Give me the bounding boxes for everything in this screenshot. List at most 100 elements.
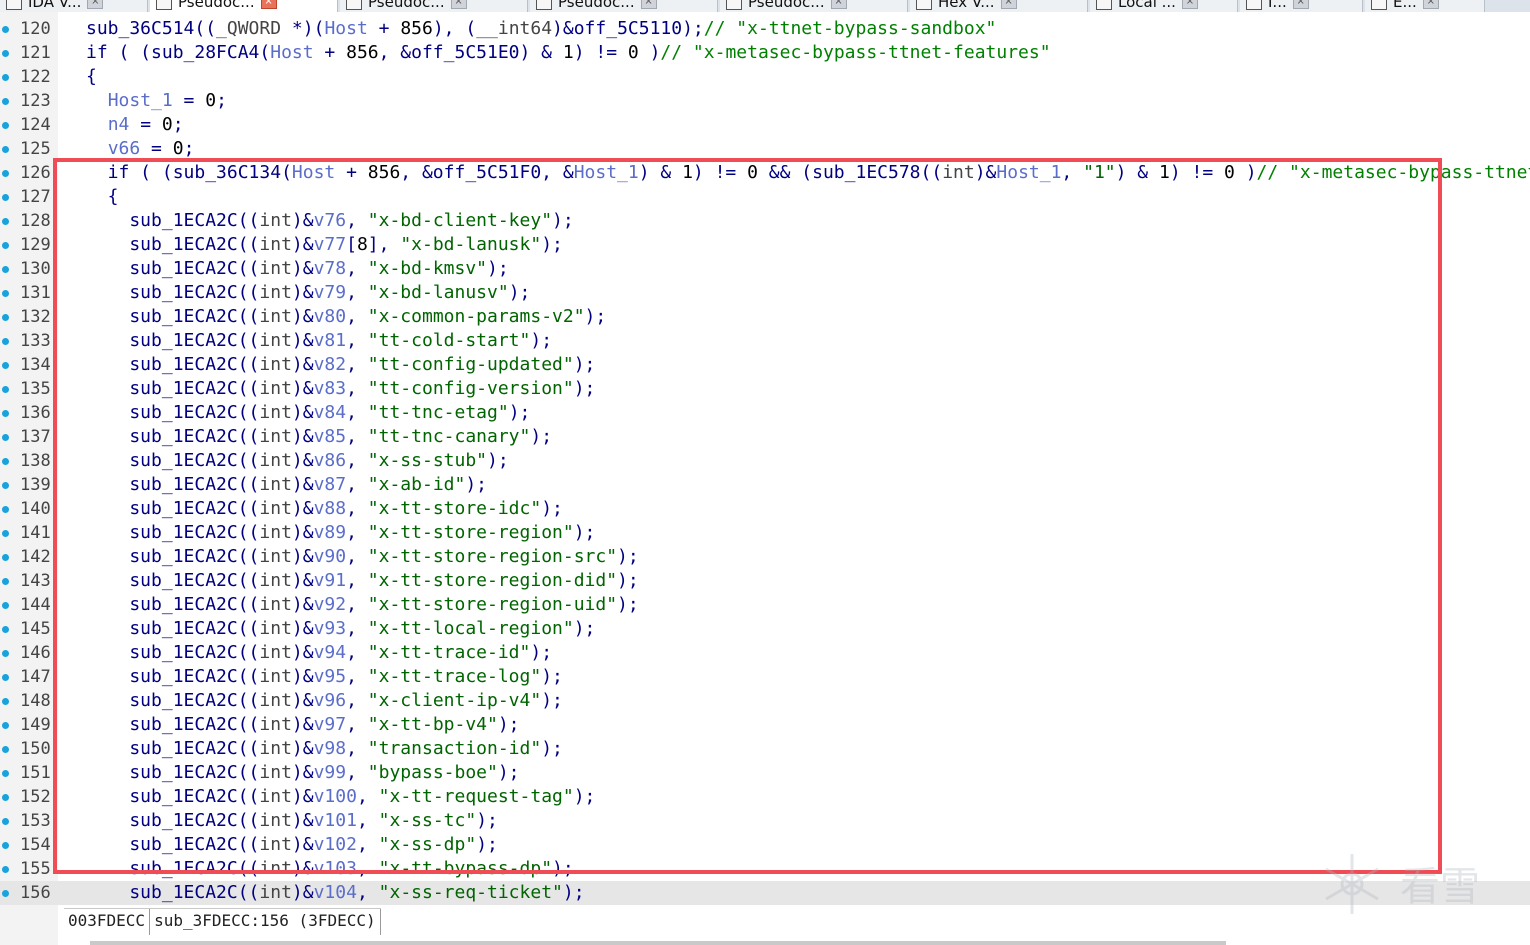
- tab-8[interactable]: E... ×: [1365, 0, 1485, 12]
- code-line[interactable]: 140 sub_1ECA2C((int)&v88, "x-tt-store-id…: [0, 497, 1530, 521]
- code-line[interactable]: 155 sub_1ECA2C((int)&v103, "x-tt-bypass-…: [0, 857, 1530, 881]
- tab-7[interactable]: I... ×: [1240, 0, 1363, 12]
- code-line[interactable]: 154 sub_1ECA2C((int)&v102, "x-ss-dp");: [0, 833, 1530, 857]
- breakpoint-dot-icon[interactable]: [2, 26, 9, 33]
- breakpoint-dot-icon[interactable]: [2, 890, 9, 897]
- tab-label: Pseudoc...: [748, 0, 825, 11]
- code-line[interactable]: 124 n4 = 0;: [0, 113, 1530, 137]
- breakpoint-dot-icon[interactable]: [2, 122, 9, 129]
- breakpoint-dot-icon[interactable]: [2, 218, 9, 225]
- code-line[interactable]: 146 sub_1ECA2C((int)&v94, "x-tt-trace-id…: [0, 641, 1530, 665]
- tab-2[interactable]: Pseudoc... ×: [340, 0, 528, 12]
- tab-3[interactable]: Pseudoc... ×: [530, 0, 718, 12]
- breakpoint-dot-icon[interactable]: [2, 578, 9, 585]
- breakpoint-dot-icon[interactable]: [2, 50, 9, 57]
- line-number: 121: [20, 43, 51, 63]
- code-line[interactable]: 134 sub_1ECA2C((int)&v82, "tt-config-upd…: [0, 353, 1530, 377]
- breakpoint-dot-icon[interactable]: [2, 530, 9, 537]
- code-line[interactable]: 136 sub_1ECA2C((int)&v84, "tt-tnc-etag")…: [0, 401, 1530, 425]
- breakpoint-dot-icon[interactable]: [2, 338, 9, 345]
- close-icon[interactable]: ×: [1181, 0, 1198, 9]
- tab-4[interactable]: Pseudoc... ×: [720, 0, 908, 12]
- close-icon[interactable]: ×: [1000, 0, 1017, 9]
- breakpoint-dot-icon[interactable]: [2, 674, 9, 681]
- breakpoint-dot-icon[interactable]: [2, 434, 9, 441]
- code-line[interactable]: 128 sub_1ECA2C((int)&v76, "x-bd-client-k…: [0, 209, 1530, 233]
- line-number: 134: [20, 355, 51, 375]
- breakpoint-dot-icon[interactable]: [2, 74, 9, 81]
- breakpoint-dot-icon[interactable]: [2, 866, 9, 873]
- line-number: 130: [20, 259, 51, 279]
- code-line[interactable]: 129 sub_1ECA2C((int)&v77[8], "x-bd-lanus…: [0, 233, 1530, 257]
- close-icon[interactable]: ×: [1292, 0, 1309, 9]
- code-line[interactable]: 122 {: [0, 65, 1530, 89]
- breakpoint-dot-icon[interactable]: [2, 722, 9, 729]
- breakpoint-dot-icon[interactable]: [2, 698, 9, 705]
- tab-6[interactable]: Local ... ×: [1090, 0, 1238, 12]
- breakpoint-dot-icon[interactable]: [2, 482, 9, 489]
- code-line[interactable]: 149 sub_1ECA2C((int)&v97, "x-tt-bp-v4");: [0, 713, 1530, 737]
- code-line[interactable]: 139 sub_1ECA2C((int)&v87, "x-ab-id");: [0, 473, 1530, 497]
- close-icon[interactable]: ×: [640, 0, 657, 9]
- breakpoint-dot-icon[interactable]: [2, 458, 9, 465]
- code-line[interactable]: 127 {: [0, 185, 1530, 209]
- breakpoint-dot-icon[interactable]: [2, 506, 9, 513]
- code-line[interactable]: 144 sub_1ECA2C((int)&v92, "x-tt-store-re…: [0, 593, 1530, 617]
- breakpoint-dot-icon[interactable]: [2, 818, 9, 825]
- code-line[interactable]: 121 if ( (sub_28FCA4(Host + 856, &off_5C5…: [0, 41, 1530, 65]
- code-line[interactable]: 120 sub_36C514((_QWORD *)(Host + 856), (_…: [0, 17, 1530, 41]
- code-line[interactable]: 141 sub_1ECA2C((int)&v89, "x-tt-store-re…: [0, 521, 1530, 545]
- breakpoint-dot-icon[interactable]: [2, 146, 9, 153]
- code-line[interactable]: 132 sub_1ECA2C((int)&v80, "x-common-para…: [0, 305, 1530, 329]
- code-text: sub_1ECA2C((int)&v79, "x-bd-lanusv");: [86, 282, 531, 303]
- code-line[interactable]: 138 sub_1ECA2C((int)&v86, "x-ss-stub");: [0, 449, 1530, 473]
- breakpoint-dot-icon[interactable]: [2, 746, 9, 753]
- code-line[interactable]: 123 Host_1 = 0;: [0, 89, 1530, 113]
- close-icon[interactable]: ×: [450, 0, 467, 9]
- close-icon[interactable]: ×: [87, 0, 104, 9]
- breakpoint-dot-icon[interactable]: [2, 98, 9, 105]
- code-text: sub_1ECA2C((int)&v104, "x-ss-req-ticket"…: [86, 882, 585, 903]
- breakpoint-dot-icon[interactable]: [2, 242, 9, 249]
- breakpoint-dot-icon[interactable]: [2, 362, 9, 369]
- breakpoint-dot-icon[interactable]: [2, 170, 9, 177]
- breakpoint-dot-icon[interactable]: [2, 602, 9, 609]
- breakpoint-dot-icon[interactable]: [2, 842, 9, 849]
- code-line[interactable]: 153 sub_1ECA2C((int)&v101, "x-ss-tc");: [0, 809, 1530, 833]
- code-line[interactable]: 135 sub_1ECA2C((int)&v83, "tt-config-ver…: [0, 377, 1530, 401]
- breakpoint-dot-icon[interactable]: [2, 554, 9, 561]
- breakpoint-dot-icon[interactable]: [2, 194, 9, 201]
- code-line[interactable]: 145 sub_1ECA2C((int)&v93, "x-tt-local-re…: [0, 617, 1530, 641]
- horizontal-scrollbar[interactable]: [90, 941, 1226, 945]
- breakpoint-dot-icon[interactable]: [2, 794, 9, 801]
- tab-icon: [726, 0, 742, 10]
- tab-1[interactable]: Pseudoc... ×: [150, 0, 338, 12]
- breakpoint-dot-icon[interactable]: [2, 626, 9, 633]
- code-line[interactable]: 130 sub_1ECA2C((int)&v78, "x-bd-kmsv");: [0, 257, 1530, 281]
- code-line[interactable]: 147 sub_1ECA2C((int)&v95, "x-tt-trace-lo…: [0, 665, 1530, 689]
- code-line[interactable]: 150 sub_1ECA2C((int)&v98, "transaction-i…: [0, 737, 1530, 761]
- breakpoint-dot-icon[interactable]: [2, 410, 9, 417]
- breakpoint-dot-icon[interactable]: [2, 290, 9, 297]
- close-icon[interactable]: ×: [260, 0, 277, 9]
- breakpoint-dot-icon[interactable]: [2, 266, 9, 273]
- close-icon[interactable]: ×: [830, 0, 847, 9]
- code-line[interactable]: 151 sub_1ECA2C((int)&v99, "bypass-boe");: [0, 761, 1530, 785]
- code-line[interactable]: 156 sub_1ECA2C((int)&v104, "x-ss-req-tic…: [0, 881, 1530, 905]
- breakpoint-dot-icon[interactable]: [2, 386, 9, 393]
- code-line[interactable]: 143 sub_1ECA2C((int)&v91, "x-tt-store-re…: [0, 569, 1530, 593]
- code-line[interactable]: 126 if ( (sub_36C134(Host + 856, &off_5C…: [0, 161, 1530, 185]
- code-line[interactable]: 125 v66 = 0;: [0, 137, 1530, 161]
- breakpoint-dot-icon[interactable]: [2, 650, 9, 657]
- code-line[interactable]: 152 sub_1ECA2C((int)&v100, "x-tt-request…: [0, 785, 1530, 809]
- tab-0[interactable]: IDA V... ×: [0, 0, 148, 12]
- tab-5[interactable]: Hex V... ×: [910, 0, 1088, 12]
- code-line[interactable]: 137 sub_1ECA2C((int)&v85, "tt-tnc-canary…: [0, 425, 1530, 449]
- code-line[interactable]: 131 sub_1ECA2C((int)&v79, "x-bd-lanusv")…: [0, 281, 1530, 305]
- breakpoint-dot-icon[interactable]: [2, 314, 9, 321]
- breakpoint-dot-icon[interactable]: [2, 770, 9, 777]
- code-line[interactable]: 148 sub_1ECA2C((int)&v96, "x-client-ip-v…: [0, 689, 1530, 713]
- code-line[interactable]: 133 sub_1ECA2C((int)&v81, "tt-cold-start…: [0, 329, 1530, 353]
- close-icon[interactable]: ×: [1422, 0, 1439, 9]
- code-line[interactable]: 142 sub_1ECA2C((int)&v90, "x-tt-store-re…: [0, 545, 1530, 569]
